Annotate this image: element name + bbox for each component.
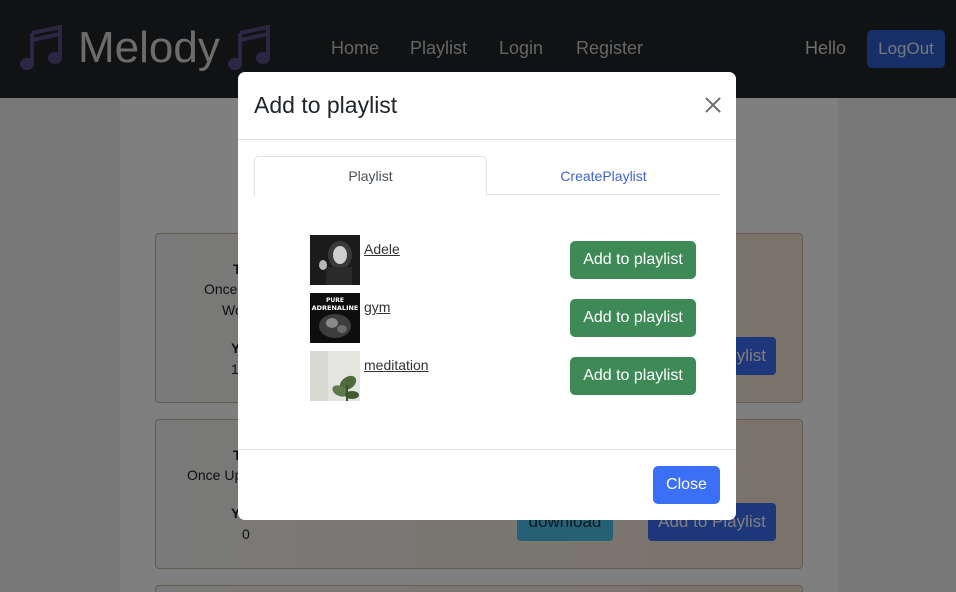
modal-tabs: Playlist CreatePlaylist	[254, 156, 720, 196]
playlist-row: PURE ADRENALINE gym Add to playlist	[310, 293, 710, 343]
add-to-playlist-button[interactable]: Add to playlist	[570, 299, 696, 337]
thumb-text: PURE	[326, 297, 344, 304]
modal-footer: Close	[238, 449, 736, 520]
playlist-thumbnail	[310, 351, 360, 401]
playlist-name-link[interactable]: meditation	[364, 357, 429, 373]
close-button[interactable]: Close	[653, 466, 720, 504]
modal-header: Add to playlist	[238, 72, 736, 140]
tab-playlist[interactable]: Playlist	[254, 156, 487, 196]
playlist-thumbnail	[310, 235, 360, 285]
modal-title: Add to playlist	[254, 92, 398, 118]
add-to-playlist-button[interactable]: Add to playlist	[570, 357, 696, 395]
playlist-row: Adele Add to playlist	[310, 235, 710, 285]
tab-create-playlist[interactable]: CreatePlaylist	[487, 156, 720, 195]
playlist-row: meditation Add to playlist	[310, 351, 710, 401]
playlist-name-link[interactable]: gym	[364, 299, 390, 315]
thumb-text: ADRENALINE	[312, 304, 359, 312]
playlist-name-link[interactable]: Adele	[364, 241, 400, 257]
close-icon[interactable]	[702, 94, 724, 116]
add-to-playlist-modal: Add to playlist Playlist CreatePlaylist …	[238, 72, 736, 520]
playlist-thumbnail: PURE ADRENALINE	[310, 293, 360, 343]
add-to-playlist-button[interactable]: Add to playlist	[570, 241, 696, 279]
